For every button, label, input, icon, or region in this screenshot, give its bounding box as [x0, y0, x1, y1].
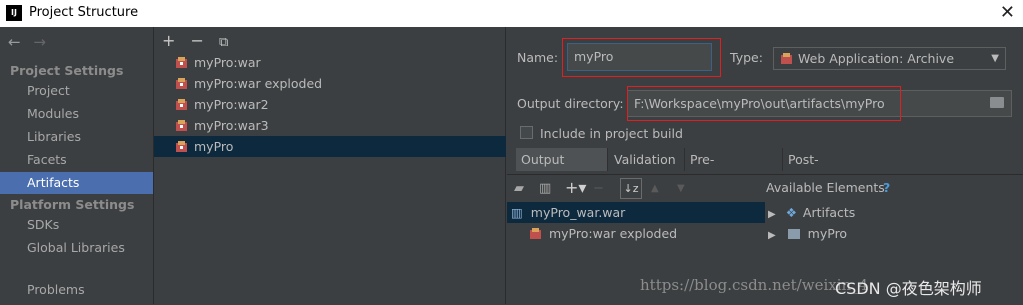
war-artifact-icon — [176, 78, 187, 89]
war-artifact-icon — [176, 120, 187, 131]
sort-icon[interactable]: ↓z — [620, 178, 642, 199]
sidebar-item-facets[interactable]: Facets — [0, 149, 153, 171]
expand-arrow-icon[interactable]: ▶ — [768, 230, 776, 241]
move-down-icon[interactable]: ▼ — [677, 183, 685, 194]
add-icon[interactable]: + — [162, 31, 175, 50]
tree-row-war[interactable]: ▥ myPro_war.war — [511, 202, 625, 223]
tab-pre-processing[interactable]: Pre-processing — [685, 148, 783, 190]
highlight-box-name — [562, 38, 721, 77]
sidebar-item-problems[interactable]: Problems — [0, 279, 153, 301]
nav-arrows: ← → — [8, 33, 54, 51]
archive-file-icon: ▥ — [511, 205, 523, 220]
war-artifact-icon — [176, 57, 187, 68]
artifact-item[interactable]: myPro:war — [154, 52, 506, 73]
artifact-label: myPro:war2 — [194, 97, 269, 112]
artifact-details: Name: myPro Type: Web Application: Archi… — [507, 27, 1023, 305]
tab-validation[interactable]: Validation — [609, 148, 685, 171]
artifact-label: myPro:war3 — [194, 118, 269, 133]
remove-element-icon[interactable]: − — [593, 181, 604, 196]
war-artifact-icon — [530, 228, 541, 239]
war-artifact-icon — [176, 141, 187, 152]
platform-settings-header: Platform Settings — [10, 197, 135, 212]
sidebar-item-libraries[interactable]: Libraries — [0, 126, 153, 148]
highlight-box-output — [627, 86, 901, 121]
module-folder-icon — [787, 229, 800, 239]
artifact-item-selected[interactable]: myPro — [154, 136, 506, 157]
watermark-url: https://blog.csdn.net/weixin_4 — [640, 276, 869, 294]
tree-row-label: myPro_war.war — [530, 205, 626, 220]
artifact-label: myPro — [194, 139, 234, 154]
archive-icon[interactable]: ▥ — [539, 181, 551, 196]
tab-output-layout[interactable]: Output Layout — [516, 148, 608, 190]
window-title: Project Structure — [29, 5, 139, 20]
type-select-value: Web Application: Archive — [798, 51, 955, 66]
tab-post-processing[interactable]: Post-processing — [783, 148, 885, 190]
settings-sidebar: ← → Project Settings Project Modules Lib… — [0, 27, 153, 304]
artifact-item[interactable]: myPro:war2 — [154, 94, 506, 115]
intellij-logo-icon: IJ — [6, 5, 22, 21]
artifact-item[interactable]: myPro:war3 — [154, 115, 506, 136]
output-directory-label: Output directory: — [517, 96, 624, 111]
sidebar-item-artifacts[interactable]: Artifacts — [0, 172, 153, 194]
sidebar-item-modules[interactable]: Modules — [0, 103, 153, 125]
include-build-label: Include in project build — [540, 126, 683, 141]
available-row-mypro[interactable]: ▶ myPro — [768, 223, 847, 244]
war-type-icon — [781, 53, 792, 64]
tree-row-label: myPro:war exploded — [548, 226, 678, 241]
close-icon[interactable]: ✕ — [1000, 2, 1015, 23]
folder-browse-icon[interactable] — [990, 97, 1004, 108]
artifacts-toolbar: + − ⧉ — [162, 31, 238, 50]
war-artifact-icon — [176, 99, 187, 110]
available-row-label: myPro — [807, 226, 848, 241]
artifacts-panel: + − ⧉ myPro:war myPro:war exploded myPro… — [153, 27, 506, 304]
copy-icon[interactable]: ⧉ — [219, 35, 228, 50]
title-bar: IJ Project Structure ✕ — [0, 0, 1023, 27]
expand-arrow-icon[interactable]: ▶ — [768, 209, 776, 220]
artifact-item[interactable]: myPro:war exploded — [154, 73, 506, 94]
available-elements-label: Available Elements — [766, 180, 885, 195]
help-icon[interactable]: ? — [883, 180, 890, 195]
forward-arrow-icon[interactable]: → — [33, 33, 46, 51]
tree-row-exploded[interactable]: myPro:war exploded — [529, 223, 677, 244]
type-select[interactable]: Web Application: Archive ▼ — [773, 47, 1006, 70]
remove-icon[interactable]: − — [191, 31, 204, 50]
artifacts-diamond-icon: ❖ — [785, 205, 797, 220]
add-element-icon[interactable]: +▾ — [565, 178, 586, 197]
new-folder-icon[interactable]: ▰ — [514, 181, 524, 196]
sidebar-item-project[interactable]: Project — [0, 80, 153, 102]
name-label: Name: — [517, 50, 559, 65]
project-settings-header: Project Settings — [10, 63, 124, 78]
include-build-checkbox[interactable] — [520, 126, 533, 139]
artifact-label: myPro:war — [194, 55, 261, 70]
move-up-icon[interactable]: ▲ — [651, 183, 659, 194]
sidebar-item-sdks[interactable]: SDKs — [0, 214, 153, 236]
watermark-brand: CSDN @夜色架构师 — [835, 279, 982, 298]
artifact-label: myPro:war exploded — [194, 76, 323, 91]
back-arrow-icon[interactable]: ← — [8, 33, 21, 51]
type-label: Type: — [730, 50, 763, 65]
available-row-artifacts[interactable]: ▶ ❖ Artifacts — [768, 202, 855, 223]
available-row-label: Artifacts — [802, 205, 856, 220]
sidebar-item-global-libraries[interactable]: Global Libraries — [0, 237, 153, 259]
chevron-down-icon: ▼ — [991, 53, 999, 64]
